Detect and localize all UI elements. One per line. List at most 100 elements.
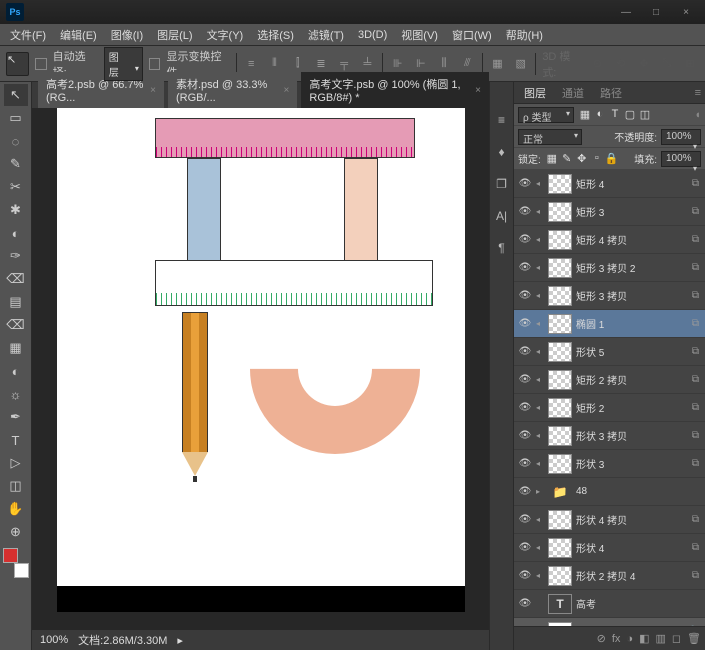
layer-row[interactable]: 👁◂椭圆 1⧉ (514, 310, 705, 338)
layer-name[interactable]: 椭圆 1 (576, 316, 688, 331)
doc-size[interactable]: 文档:2.86M/3.30M (78, 632, 167, 648)
fx-icon[interactable]: fx (612, 633, 621, 645)
layer-row[interactable]: 👁T高考 (514, 590, 705, 618)
align-icon[interactable]: ≡ (243, 56, 260, 72)
group-icon[interactable]: ▥ (655, 632, 665, 645)
minimize-button[interactable]: — (613, 3, 639, 21)
swatches-icon[interactable]: ❐ (494, 176, 510, 192)
tab-close-icon[interactable]: × (150, 85, 156, 96)
align-icon[interactable]: ╤ (336, 56, 353, 72)
layer-name[interactable]: 形状 3 拷贝 (576, 428, 688, 443)
history-brush-tool[interactable]: ▤ (4, 291, 28, 313)
tab-paths[interactable]: 路径 (596, 83, 626, 103)
show-transform-checkbox[interactable] (149, 58, 161, 70)
blur-tool[interactable]: ◐ (4, 360, 28, 382)
align-icon[interactable]: ≣ (312, 56, 329, 72)
color-icon[interactable]: ♦ (494, 144, 510, 160)
canvas-viewport[interactable] (32, 108, 489, 630)
eyedropper-tool[interactable]: ✱ (4, 199, 28, 221)
menu-view[interactable]: 视图(V) (395, 25, 444, 45)
character-icon[interactable]: A| (494, 208, 510, 224)
arrange-icon[interactable]: ▦ (489, 56, 506, 72)
filter-toggle[interactable]: ◖ (694, 109, 701, 121)
blend-mode[interactable]: 正常 (518, 129, 582, 145)
layer-name[interactable]: 形状 5 (576, 344, 688, 359)
layer-row[interactable]: 👁◂矩形 3⧉ (514, 198, 705, 226)
layer-row[interactable]: 👁◂形状 5⧉ (514, 338, 705, 366)
layer-name[interactable]: 48 (576, 486, 701, 497)
layer-row[interactable]: 👁◂形状 3 拷贝⧉ (514, 422, 705, 450)
menu-help[interactable]: 帮助(H) (500, 25, 549, 45)
tab-channels[interactable]: 通道 (558, 83, 588, 103)
layer-row[interactable]: 👁◂矩形 2 拷贝⧉ (514, 366, 705, 394)
layer-row[interactable]: 👁◂形状 4⧉ (514, 534, 705, 562)
type-tool[interactable]: T (4, 429, 28, 451)
zoom-level[interactable]: 100% (40, 634, 68, 646)
visibility-icon[interactable]: 👁 (518, 318, 532, 329)
layer-name[interactable]: 矩形 3 (576, 204, 688, 219)
visibility-icon[interactable]: 👁 (518, 570, 532, 581)
panel-menu-icon[interactable]: ≡ (695, 87, 701, 99)
lock-all-icon[interactable]: 🔒 (605, 152, 619, 165)
trash-icon[interactable]: 🗑 (687, 632, 701, 645)
visibility-icon[interactable]: 👁 (518, 514, 532, 525)
maximize-button[interactable]: □ (643, 3, 669, 21)
history-icon[interactable]: ≡ (494, 112, 510, 128)
lock-pos-icon[interactable]: ✥ (575, 152, 589, 165)
tab-layers[interactable]: 图层 (520, 83, 550, 103)
layer-row[interactable]: 👁◂矩形 4 拷贝⧉ (514, 226, 705, 254)
visibility-icon[interactable]: 👁 (518, 430, 532, 441)
auto-select-checkbox[interactable] (35, 58, 47, 70)
layer-row[interactable]: 👁◂矩形 4⧉ (514, 170, 705, 198)
visibility-icon[interactable]: 👁 (518, 346, 532, 357)
background-color[interactable] (14, 563, 29, 578)
tab-close-icon[interactable]: × (475, 85, 481, 96)
layer-name[interactable]: 形状 3 (576, 456, 688, 471)
status-arrow-icon[interactable]: ▸ (177, 634, 183, 647)
link-layers-icon[interactable]: ⊘ (597, 632, 606, 645)
new-layer-icon[interactable]: ◻ (672, 632, 681, 645)
pen-tool[interactable]: ✒ (4, 406, 28, 428)
lock-paint-icon[interactable]: ✎ (560, 152, 574, 165)
layer-name[interactable]: 形状 4 拷贝 (576, 512, 688, 527)
menu-image[interactable]: 图像(I) (105, 25, 149, 45)
filter-adjust-icon[interactable]: ◐ (593, 108, 607, 121)
dodge-tool[interactable]: ☼ (4, 383, 28, 405)
menu-type[interactable]: 文字(Y) (201, 25, 250, 45)
document-tab[interactable]: 素材.psd @ 33.3%(RGB/...× (168, 72, 297, 108)
visibility-icon[interactable]: 👁 (518, 598, 532, 609)
layer-name[interactable]: 形状 4 (576, 540, 688, 555)
layer-name[interactable]: 矩形 2 (576, 400, 688, 415)
hand-tool[interactable]: ✋ (4, 498, 28, 520)
layer-name[interactable]: 矩形 2 拷贝 (576, 372, 688, 387)
lock-trans-icon[interactable]: ▦ (545, 152, 559, 165)
layer-row[interactable]: 👁◂矩形 3 拷贝⧉ (514, 282, 705, 310)
layer-row[interactable]: 👁背景🔒 (514, 618, 705, 626)
visibility-icon[interactable]: 👁 (518, 542, 532, 553)
document-tab[interactable]: 高考文字.psb @ 100% (椭圆 1, RGB/8#) *× (301, 72, 489, 108)
eraser-tool[interactable]: ⌫ (4, 314, 28, 336)
distribute-icon[interactable]: ⊪ (389, 56, 406, 72)
close-button[interactable]: × (673, 3, 699, 21)
menu-3d[interactable]: 3D(D) (352, 27, 393, 43)
filter-type[interactable]: ρ 类型 (518, 107, 574, 123)
gradient-tool[interactable]: ▦ (4, 337, 28, 359)
path-tool[interactable]: ▷ (4, 452, 28, 474)
layer-name[interactable]: 矩形 4 拷贝 (576, 232, 688, 247)
layer-name[interactable]: 矩形 3 拷贝 (576, 288, 688, 303)
lasso-tool[interactable]: ◌ (4, 130, 28, 152)
zoom-tool[interactable]: ⊕ (4, 521, 28, 543)
filter-shape-icon[interactable]: ▢ (623, 108, 637, 121)
layer-row[interactable]: 👁◂矩形 3 拷贝 2⧉ (514, 254, 705, 282)
layer-name[interactable]: 矩形 4 (576, 176, 688, 191)
shape-tool[interactable]: ◫ (4, 475, 28, 497)
visibility-icon[interactable]: 👁 (518, 486, 532, 497)
move-tool[interactable]: ↖ (4, 84, 28, 106)
canvas[interactable] (57, 108, 465, 612)
lock-art-icon[interactable]: ▫ (590, 152, 604, 165)
menu-layer[interactable]: 图层(L) (151, 25, 198, 45)
paragraph-icon[interactable]: ¶ (494, 240, 510, 256)
visibility-icon[interactable]: 👁 (518, 262, 532, 273)
visibility-icon[interactable]: 👁 (518, 374, 532, 385)
filter-pixel-icon[interactable]: ▦ (578, 108, 592, 121)
